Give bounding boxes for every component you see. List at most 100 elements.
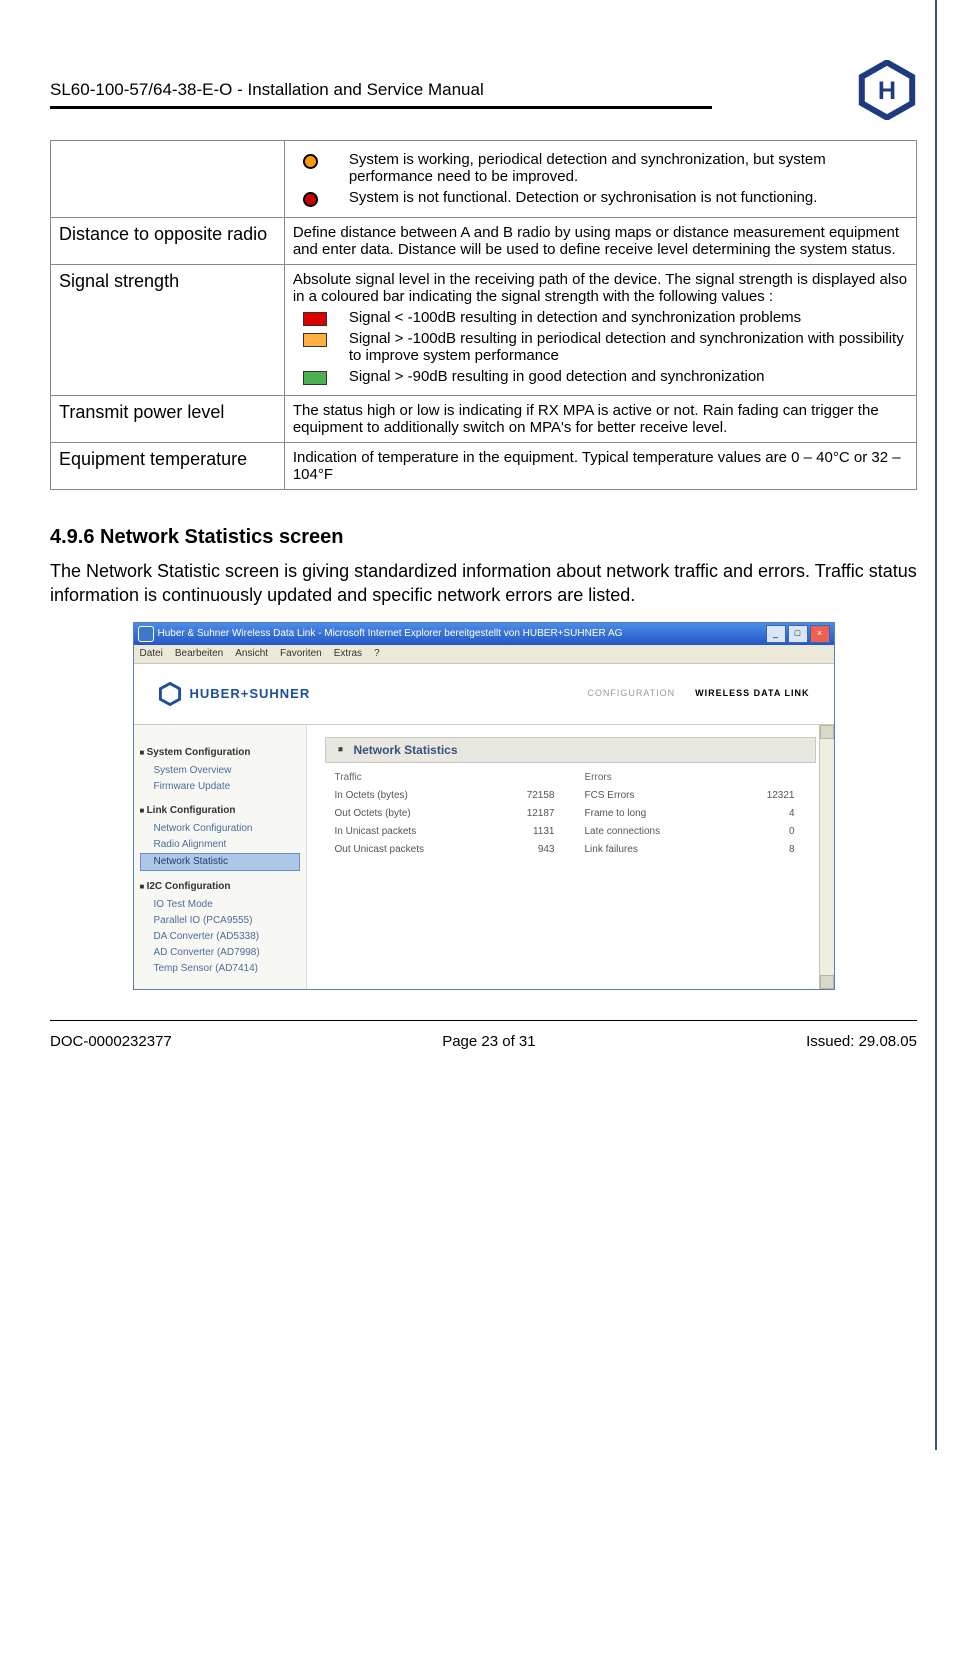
content-area: ◾ Network Statistics Traffic Errors In O…	[307, 725, 834, 989]
green-rect-icon	[303, 371, 327, 385]
signal-text-green: Signal > -90dB resulting in good detecti…	[349, 368, 908, 385]
menu-help[interactable]: ?	[374, 648, 380, 660]
stat-label: Link failures	[585, 844, 735, 856]
sidebar-section-i2c: I2C Configuration	[140, 881, 300, 893]
status-text-red: System is not functional. Detection or s…	[349, 189, 908, 206]
status-text-orange: System is working, periodical detection …	[349, 151, 908, 185]
sidebar-item-ad-converter[interactable]: AD Converter (AD7998)	[140, 945, 300, 961]
signal-text-red: Signal < -100dB resulting in detection a…	[349, 309, 908, 326]
orange-rect-icon	[303, 333, 327, 347]
header-rule	[50, 106, 712, 109]
window-titlebar: Huber & Suhner Wireless Data Link - Micr…	[134, 623, 834, 645]
header-errors: Errors	[585, 772, 735, 784]
scrollbar[interactable]	[819, 725, 834, 989]
stat-label: Out Octets (byte)	[335, 808, 485, 820]
sidebar-item-system-overview[interactable]: System Overview	[140, 763, 300, 779]
sidebar-item-parallel-io[interactable]: Parallel IO (PCA9555)	[140, 913, 300, 929]
stat-value: 12187	[485, 808, 585, 820]
footer-doc-id: DOC-0000232377	[50, 1033, 172, 1050]
sidebar-item-temp-sensor[interactable]: Temp Sensor (AD7414)	[140, 961, 300, 977]
sidebar-item-network-config[interactable]: Network Configuration	[140, 821, 300, 837]
menu-extras[interactable]: Extras	[334, 648, 362, 660]
menu-ansicht[interactable]: Ansicht	[235, 648, 268, 660]
orange-circle-icon	[303, 154, 318, 169]
sidebar-item-radio-alignment[interactable]: Radio Alignment	[140, 837, 300, 853]
sidebar: System Configuration System Overview Fir…	[134, 725, 307, 989]
header-traffic: Traffic	[335, 772, 485, 784]
hs-logo-icon: H	[857, 60, 917, 120]
red-rect-icon	[303, 312, 327, 326]
signal-row-orange: Signal > -100dB resulting in periodical …	[293, 330, 908, 364]
brand-bar: HUBER+SUHNER CONFIGURATION WIRELESS DATA…	[134, 664, 834, 725]
stat-label: Frame to long	[585, 808, 735, 820]
red-circle-icon	[303, 192, 318, 207]
desc-distance: Define distance between A and B radio by…	[284, 218, 916, 265]
stat-value: 12321	[735, 790, 795, 802]
menu-bearbeiten[interactable]: Bearbeiten	[175, 648, 223, 660]
right-margin-rule	[935, 0, 937, 1450]
sidebar-section-link: Link Configuration	[140, 805, 300, 817]
footer-issued: Issued: 29.08.05	[806, 1033, 917, 1050]
stat-value: 4	[735, 808, 795, 820]
content-heading: Network Statistics	[353, 743, 457, 757]
signal-text-orange: Signal > -100dB resulting in periodical …	[349, 330, 908, 364]
stat-label: Out Unicast packets	[335, 844, 485, 856]
content-header: ◾ Network Statistics	[325, 737, 816, 763]
desc-transmit: The status high or low is indicating if …	[284, 396, 916, 443]
page-footer: DOC-0000232377 Page 23 of 31 Issued: 29.…	[50, 1020, 917, 1050]
stat-value: 1131	[485, 826, 585, 838]
stat-value: 8	[735, 844, 795, 856]
menubar: Datei Bearbeiten Ansicht Favoriten Extra…	[134, 645, 834, 664]
sidebar-item-network-statistic[interactable]: Network Statistic	[140, 853, 300, 871]
stats-headers: Traffic Errors	[325, 769, 816, 787]
window-title: Huber & Suhner Wireless Data Link - Micr…	[158, 628, 623, 640]
definitions-table: System is working, periodical detection …	[50, 140, 917, 490]
document-title: SL60-100-57/64-38-E-O - Installation and…	[50, 80, 857, 100]
sidebar-item-da-converter[interactable]: DA Converter (AD5338)	[140, 929, 300, 945]
embedded-screenshot: Huber & Suhner Wireless Data Link - Micr…	[133, 622, 835, 990]
label-signal: Signal strength	[51, 265, 285, 396]
sidebar-item-io-test[interactable]: IO Test Mode	[140, 897, 300, 913]
section-heading: 4.9.6 Network Statistics screen	[50, 526, 917, 549]
signal-intro: Absolute signal level in the receiving p…	[293, 271, 908, 305]
minimize-button[interactable]: _	[766, 625, 786, 643]
bullet-icon: ◾	[336, 745, 346, 755]
footer-rule	[50, 1020, 917, 1021]
cell-top-statuses: System is working, periodical detection …	[284, 141, 916, 218]
menu-datei[interactable]: Datei	[140, 648, 163, 660]
brand-text: HUBER+SUHNER	[190, 686, 311, 702]
desc-equipment: Indication of temperature in the equipme…	[284, 443, 916, 490]
svg-text:H: H	[878, 77, 896, 105]
stats-row: Out Octets (byte) 12187 Frame to long 4	[325, 805, 816, 823]
signal-row-green: Signal > -90dB resulting in good detecti…	[293, 368, 908, 385]
status-row-red: System is not functional. Detection or s…	[293, 189, 908, 207]
close-button[interactable]: ×	[810, 625, 830, 643]
maximize-button[interactable]: □	[788, 625, 808, 643]
brand-logo: HUBER+SUHNER	[158, 682, 311, 706]
tab-wireless-data-link[interactable]: WIRELESS DATA LINK	[695, 688, 809, 699]
tab-configuration[interactable]: CONFIGURATION	[587, 688, 675, 699]
sidebar-item-firmware-update[interactable]: Firmware Update	[140, 779, 300, 795]
hs-small-logo-icon	[158, 682, 182, 706]
label-distance: Distance to opposite radio	[51, 218, 285, 265]
stat-value: 943	[485, 844, 585, 856]
stats-row: In Octets (bytes) 72158 FCS Errors 12321	[325, 787, 816, 805]
stat-value: 0	[735, 826, 795, 838]
stats-row: Out Unicast packets 943 Link failures 8	[325, 841, 816, 859]
menu-favoriten[interactable]: Favoriten	[280, 648, 322, 660]
label-equipment: Equipment temperature	[51, 443, 285, 490]
section-paragraph: The Network Statistic screen is giving s…	[50, 559, 917, 608]
page-header: SL60-100-57/64-38-E-O - Installation and…	[50, 60, 917, 120]
stat-label: In Octets (bytes)	[335, 790, 485, 802]
desc-signal: Absolute signal level in the receiving p…	[284, 265, 916, 396]
sidebar-section-system: System Configuration	[140, 747, 300, 759]
stats-row: In Unicast packets 1131 Late connections…	[325, 823, 816, 841]
stat-value: 72158	[485, 790, 585, 802]
footer-page-num: Page 23 of 31	[442, 1033, 535, 1050]
stat-label: In Unicast packets	[335, 826, 485, 838]
status-row-orange: System is working, periodical detection …	[293, 151, 908, 185]
cell-blank	[51, 141, 285, 218]
signal-row-red: Signal < -100dB resulting in detection a…	[293, 309, 908, 326]
ie-icon	[138, 626, 154, 642]
stat-label: Late connections	[585, 826, 735, 838]
